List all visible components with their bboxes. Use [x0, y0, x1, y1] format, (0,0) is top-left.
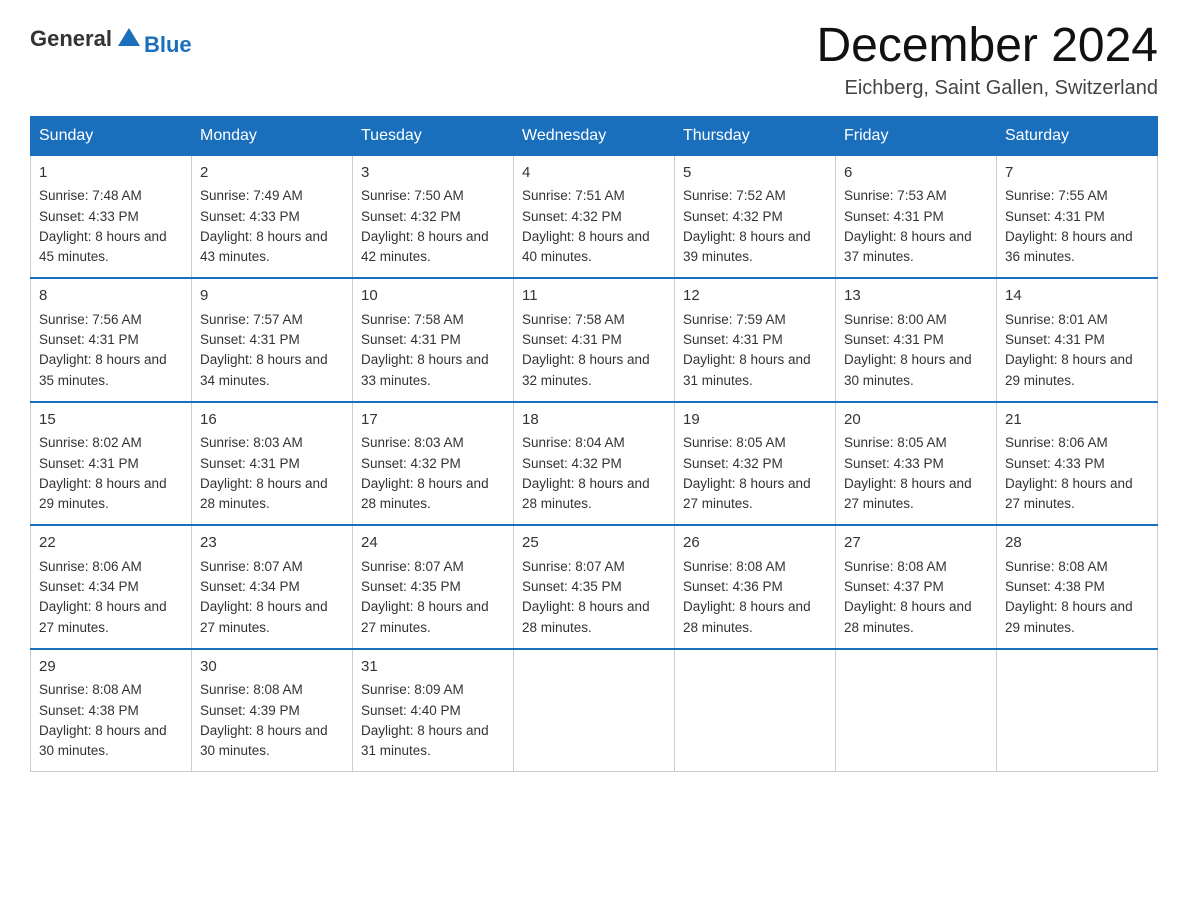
calendar-cell: 27Sunrise: 8:08 AMSunset: 4:37 PMDayligh… [836, 525, 997, 649]
calendar-cell: 25Sunrise: 8:07 AMSunset: 4:35 PMDayligh… [514, 525, 675, 649]
calendar-cell: 26Sunrise: 8:08 AMSunset: 4:36 PMDayligh… [675, 525, 836, 649]
day-number: 1 [39, 162, 183, 185]
day-number: 22 [39, 532, 183, 555]
day-number: 9 [200, 285, 344, 308]
day-number: 17 [361, 409, 505, 432]
calendar-cell: 12Sunrise: 7:59 AMSunset: 4:31 PMDayligh… [675, 278, 836, 402]
calendar-week-row: 15Sunrise: 8:02 AMSunset: 4:31 PMDayligh… [31, 402, 1158, 526]
title-area: December 2024 Eichberg, Saint Gallen, Sw… [816, 20, 1158, 100]
calendar-cell: 9Sunrise: 7:57 AMSunset: 4:31 PMDaylight… [192, 278, 353, 402]
calendar-week-row: 8Sunrise: 7:56 AMSunset: 4:31 PMDaylight… [31, 278, 1158, 402]
day-number: 11 [522, 285, 666, 308]
logo: General Blue [30, 20, 192, 58]
logo-text-general: General [30, 26, 112, 52]
day-number: 18 [522, 409, 666, 432]
logo-icon [114, 24, 144, 54]
day-number: 6 [844, 162, 988, 185]
calendar-cell: 23Sunrise: 8:07 AMSunset: 4:34 PMDayligh… [192, 525, 353, 649]
calendar-header-row: SundayMondayTuesdayWednesdayThursdayFrid… [31, 116, 1158, 155]
calendar-cell [514, 649, 675, 772]
day-number: 19 [683, 409, 827, 432]
day-number: 13 [844, 285, 988, 308]
day-number: 24 [361, 532, 505, 555]
calendar-cell: 10Sunrise: 7:58 AMSunset: 4:31 PMDayligh… [353, 278, 514, 402]
day-number: 28 [1005, 532, 1149, 555]
calendar-header-wednesday: Wednesday [514, 116, 675, 155]
calendar-cell: 20Sunrise: 8:05 AMSunset: 4:33 PMDayligh… [836, 402, 997, 526]
day-number: 7 [1005, 162, 1149, 185]
calendar-cell: 11Sunrise: 7:58 AMSunset: 4:31 PMDayligh… [514, 278, 675, 402]
calendar-cell: 17Sunrise: 8:03 AMSunset: 4:32 PMDayligh… [353, 402, 514, 526]
day-number: 14 [1005, 285, 1149, 308]
calendar-header-sunday: Sunday [31, 116, 192, 155]
calendar-cell: 5Sunrise: 7:52 AMSunset: 4:32 PMDaylight… [675, 155, 836, 278]
day-number: 26 [683, 532, 827, 555]
calendar-week-row: 22Sunrise: 8:06 AMSunset: 4:34 PMDayligh… [31, 525, 1158, 649]
calendar-cell: 1Sunrise: 7:48 AMSunset: 4:33 PMDaylight… [31, 155, 192, 278]
calendar-header-tuesday: Tuesday [353, 116, 514, 155]
calendar-cell: 8Sunrise: 7:56 AMSunset: 4:31 PMDaylight… [31, 278, 192, 402]
calendar-week-row: 1Sunrise: 7:48 AMSunset: 4:33 PMDaylight… [31, 155, 1158, 278]
calendar-header-thursday: Thursday [675, 116, 836, 155]
calendar-cell: 7Sunrise: 7:55 AMSunset: 4:31 PMDaylight… [997, 155, 1158, 278]
calendar-cell [675, 649, 836, 772]
calendar-cell: 4Sunrise: 7:51 AMSunset: 4:32 PMDaylight… [514, 155, 675, 278]
calendar-cell: 21Sunrise: 8:06 AMSunset: 4:33 PMDayligh… [997, 402, 1158, 526]
day-number: 27 [844, 532, 988, 555]
calendar-header-monday: Monday [192, 116, 353, 155]
calendar-cell [836, 649, 997, 772]
calendar-cell: 15Sunrise: 8:02 AMSunset: 4:31 PMDayligh… [31, 402, 192, 526]
day-number: 2 [200, 162, 344, 185]
day-number: 29 [39, 656, 183, 679]
day-number: 31 [361, 656, 505, 679]
calendar-cell: 18Sunrise: 8:04 AMSunset: 4:32 PMDayligh… [514, 402, 675, 526]
day-number: 15 [39, 409, 183, 432]
calendar-cell: 13Sunrise: 8:00 AMSunset: 4:31 PMDayligh… [836, 278, 997, 402]
day-number: 10 [361, 285, 505, 308]
page-header: General Blue December 2024 Eichberg, Sai… [30, 20, 1158, 100]
calendar-cell: 3Sunrise: 7:50 AMSunset: 4:32 PMDaylight… [353, 155, 514, 278]
logo-text-blue: Blue [144, 32, 192, 58]
calendar-cell: 31Sunrise: 8:09 AMSunset: 4:40 PMDayligh… [353, 649, 514, 772]
day-number: 8 [39, 285, 183, 308]
calendar-cell: 22Sunrise: 8:06 AMSunset: 4:34 PMDayligh… [31, 525, 192, 649]
day-number: 12 [683, 285, 827, 308]
calendar-cell: 6Sunrise: 7:53 AMSunset: 4:31 PMDaylight… [836, 155, 997, 278]
day-number: 5 [683, 162, 827, 185]
day-number: 30 [200, 656, 344, 679]
day-number: 3 [361, 162, 505, 185]
calendar-cell: 14Sunrise: 8:01 AMSunset: 4:31 PMDayligh… [997, 278, 1158, 402]
calendar-cell: 2Sunrise: 7:49 AMSunset: 4:33 PMDaylight… [192, 155, 353, 278]
month-title: December 2024 [816, 20, 1158, 73]
day-number: 23 [200, 532, 344, 555]
calendar-week-row: 29Sunrise: 8:08 AMSunset: 4:38 PMDayligh… [31, 649, 1158, 772]
calendar-cell: 30Sunrise: 8:08 AMSunset: 4:39 PMDayligh… [192, 649, 353, 772]
calendar-cell: 28Sunrise: 8:08 AMSunset: 4:38 PMDayligh… [997, 525, 1158, 649]
calendar-header-friday: Friday [836, 116, 997, 155]
location: Eichberg, Saint Gallen, Switzerland [816, 77, 1158, 100]
calendar-cell: 24Sunrise: 8:07 AMSunset: 4:35 PMDayligh… [353, 525, 514, 649]
calendar-header-saturday: Saturday [997, 116, 1158, 155]
day-number: 21 [1005, 409, 1149, 432]
calendar-cell [997, 649, 1158, 772]
day-number: 20 [844, 409, 988, 432]
calendar-cell: 19Sunrise: 8:05 AMSunset: 4:32 PMDayligh… [675, 402, 836, 526]
day-number: 25 [522, 532, 666, 555]
day-number: 16 [200, 409, 344, 432]
day-number: 4 [522, 162, 666, 185]
calendar: SundayMondayTuesdayWednesdayThursdayFrid… [30, 116, 1158, 773]
calendar-cell: 29Sunrise: 8:08 AMSunset: 4:38 PMDayligh… [31, 649, 192, 772]
calendar-cell: 16Sunrise: 8:03 AMSunset: 4:31 PMDayligh… [192, 402, 353, 526]
